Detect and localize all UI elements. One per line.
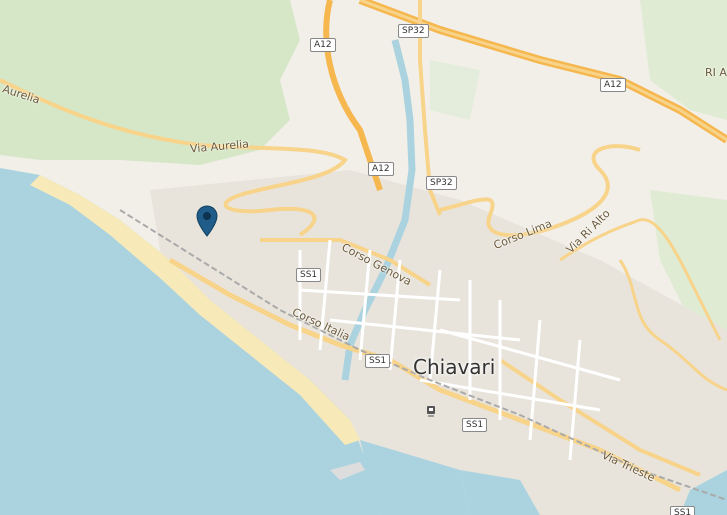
map-pin-icon[interactable] — [196, 205, 218, 237]
park-area — [0, 0, 300, 165]
road-shield-sp32: SP32 — [426, 176, 457, 190]
road-shield-ss1: SS1 — [670, 506, 696, 515]
road-shield-a12: A12 — [600, 78, 626, 92]
city-label: Chiavari — [413, 355, 496, 379]
road-shield-a12: A12 — [368, 162, 394, 176]
train-station-icon — [427, 406, 435, 417]
map-view[interactable]: Aurelia Via Aurelia Corso Genova Corso I… — [0, 0, 727, 515]
road-shield-ss1: SS1 — [365, 354, 391, 368]
road-shield-a12: A12 — [310, 38, 336, 52]
road-shield-ss1: SS1 — [462, 418, 488, 432]
road-shield-ss1: SS1 — [296, 268, 322, 282]
road-shield-sp32: SP32 — [398, 24, 429, 38]
street-label-ri-a: RI A — [705, 66, 727, 79]
